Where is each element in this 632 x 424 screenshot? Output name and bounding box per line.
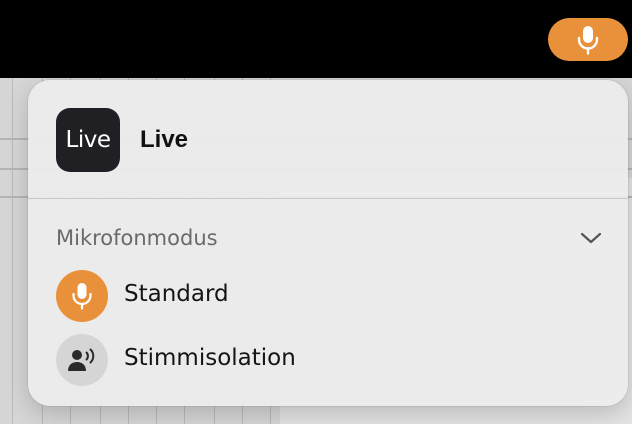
section-title: Mikrofonmodus	[56, 226, 218, 250]
microphone-icon	[72, 282, 92, 310]
microphone-indicator-button[interactable]	[548, 18, 628, 61]
screen: Live Live Mikrofonmodus Standard Stimmis…	[0, 0, 632, 424]
app-name: Live	[140, 126, 189, 153]
mic-mode-section-header[interactable]: Mikrofonmodus	[28, 216, 628, 260]
menu-bar	[0, 0, 632, 78]
chevron-down-icon[interactable]	[580, 230, 602, 244]
voice-isolation-icon	[67, 347, 97, 373]
mode-icon-circle	[56, 270, 108, 322]
app-icon-text: Live	[65, 127, 111, 153]
mode-label: Stimmisolation	[124, 345, 296, 371]
app-header: Live Live	[28, 80, 628, 198]
microphone-icon	[577, 25, 599, 55]
microphone-mode-popover: Live Live Mikrofonmodus Standard Stimmis…	[28, 80, 628, 406]
mode-option-voice-isolation[interactable]: Stimmisolation	[28, 332, 628, 388]
live-app-icon: Live	[56, 108, 120, 172]
mode-label: Standard	[124, 281, 229, 307]
mode-option-standard[interactable]: Standard	[28, 268, 628, 324]
mode-icon-circle	[56, 334, 108, 386]
divider	[28, 198, 628, 199]
